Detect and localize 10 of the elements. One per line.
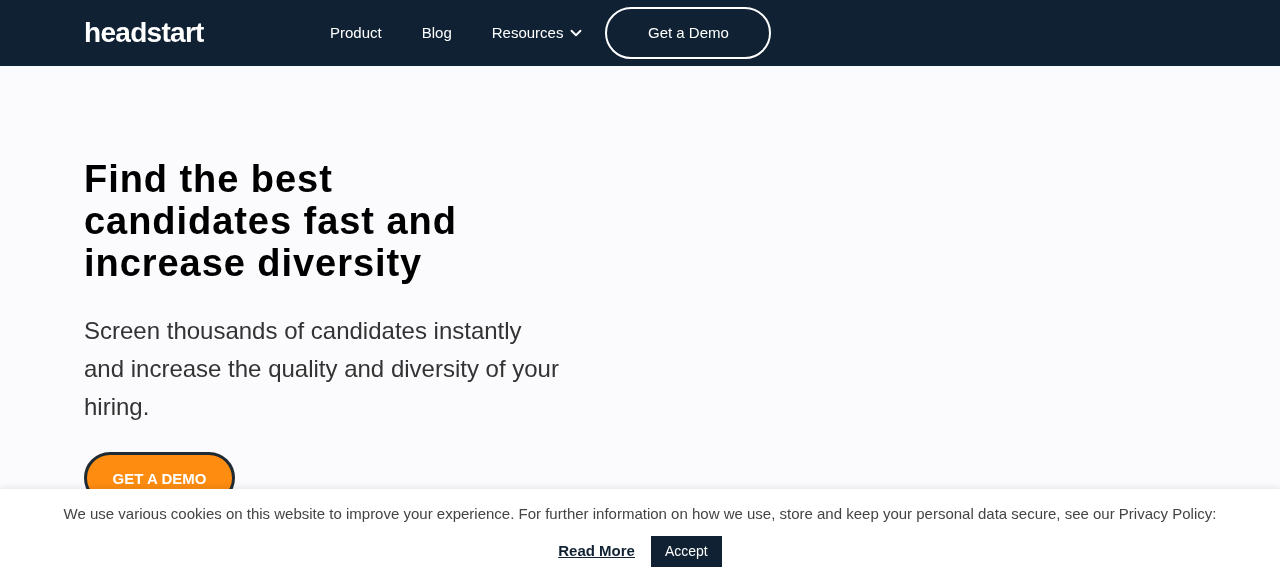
hero-title: Find the best candidates fast and increase diversity — [84, 158, 458, 284]
logo[interactable]: headstart — [84, 12, 330, 54]
nav-link[interactable]: Resources — [491, 21, 586, 45]
read-more-link[interactable]: Read More — [558, 539, 635, 563]
accept-button[interactable]: Accept — [650, 535, 722, 567]
nav-link[interactable]: Product — [330, 21, 382, 45]
get-demo-button[interactable]: Get a Demo — [605, 7, 772, 59]
nav-link[interactable]: Blog — [421, 21, 452, 45]
cookie-notice: We use various cookies on this website to improve your experience. For further information on how we use, store and keep your personal data secure, see our Privacy Policy: — [63, 504, 1217, 524]
hero-subtitle: Screen thousands of candidates instantly and increase the quality and diversity of your hiring. — [84, 316, 560, 422]
